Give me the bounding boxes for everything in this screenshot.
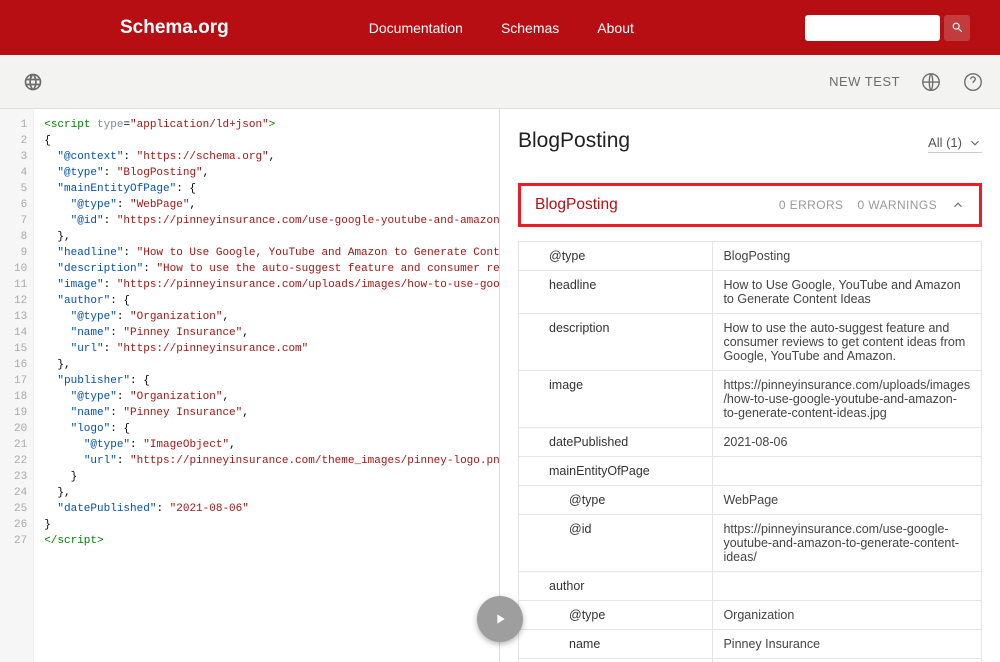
result-title: BlogPosting [518, 129, 630, 153]
table-row[interactable]: @idhttps://pinneyinsurance.com/use-googl… [519, 515, 982, 572]
table-row[interactable]: datePublished2021-08-06 [519, 428, 982, 457]
run-button[interactable] [477, 596, 523, 642]
property-table: @typeBlogPostingheadlineHow to Use Googl… [518, 241, 982, 662]
play-icon [492, 611, 508, 627]
filter-label: All (1) [928, 135, 962, 150]
code-editor[interactable]: <script type="application/ld+json">{ "@c… [34, 109, 499, 662]
card-errors: 0 ERRORS [779, 198, 844, 212]
table-row[interactable]: @typeOrganization [519, 601, 982, 630]
nav-schemas[interactable]: Schemas [501, 20, 559, 36]
table-row[interactable]: headlineHow to Use Google, YouTube and A… [519, 271, 982, 314]
new-test-button[interactable]: NEW TEST [829, 74, 900, 89]
line-gutter: 1234567891011121314151617181920212223242… [0, 109, 34, 662]
top-nav: Schema.org Documentation Schemas About [0, 0, 1000, 55]
nav-about[interactable]: About [597, 20, 634, 36]
nav-documentation[interactable]: Documentation [369, 20, 463, 36]
search-button[interactable] [944, 15, 970, 41]
language-icon[interactable] [920, 71, 942, 93]
globe-icon [23, 72, 43, 92]
search-wrap [805, 15, 970, 41]
table-row[interactable]: @typeBlogPosting [519, 242, 982, 271]
card-warnings: 0 WARNINGS [857, 198, 937, 212]
logo[interactable]: Schema.org [120, 17, 229, 39]
table-row[interactable]: @typeWebPage [519, 486, 982, 515]
code-pane: 1234567891011121314151617181920212223242… [0, 109, 500, 662]
table-row[interactable]: descriptionHow to use the auto-suggest f… [519, 314, 982, 371]
filter-dropdown[interactable]: All (1) [928, 135, 982, 153]
table-row[interactable]: urlhttps://pinneyinsurance.com/ [519, 659, 982, 662]
table-row[interactable]: author [519, 572, 982, 601]
nav-links: Documentation Schemas About [369, 20, 634, 36]
search-icon [951, 21, 964, 34]
table-row[interactable]: namePinney Insurance [519, 630, 982, 659]
table-row[interactable]: imagehttps://pinneyinsurance.com/uploads… [519, 371, 982, 428]
content: 1234567891011121314151617181920212223242… [0, 109, 1000, 662]
toolbar: NEW TEST [0, 55, 1000, 109]
chevron-up-icon [951, 198, 965, 212]
search-input[interactable] [805, 15, 940, 41]
url-tab-button[interactable] [16, 65, 50, 99]
table-row[interactable]: mainEntityOfPage [519, 457, 982, 486]
result-pane: BlogPosting All (1) BlogPosting 0 ERRORS… [500, 109, 1000, 662]
caret-down-icon [968, 136, 982, 150]
help-icon[interactable] [962, 71, 984, 93]
result-card-header[interactable]: BlogPosting 0 ERRORS 0 WARNINGS [518, 183, 982, 227]
card-type: BlogPosting [535, 196, 618, 214]
